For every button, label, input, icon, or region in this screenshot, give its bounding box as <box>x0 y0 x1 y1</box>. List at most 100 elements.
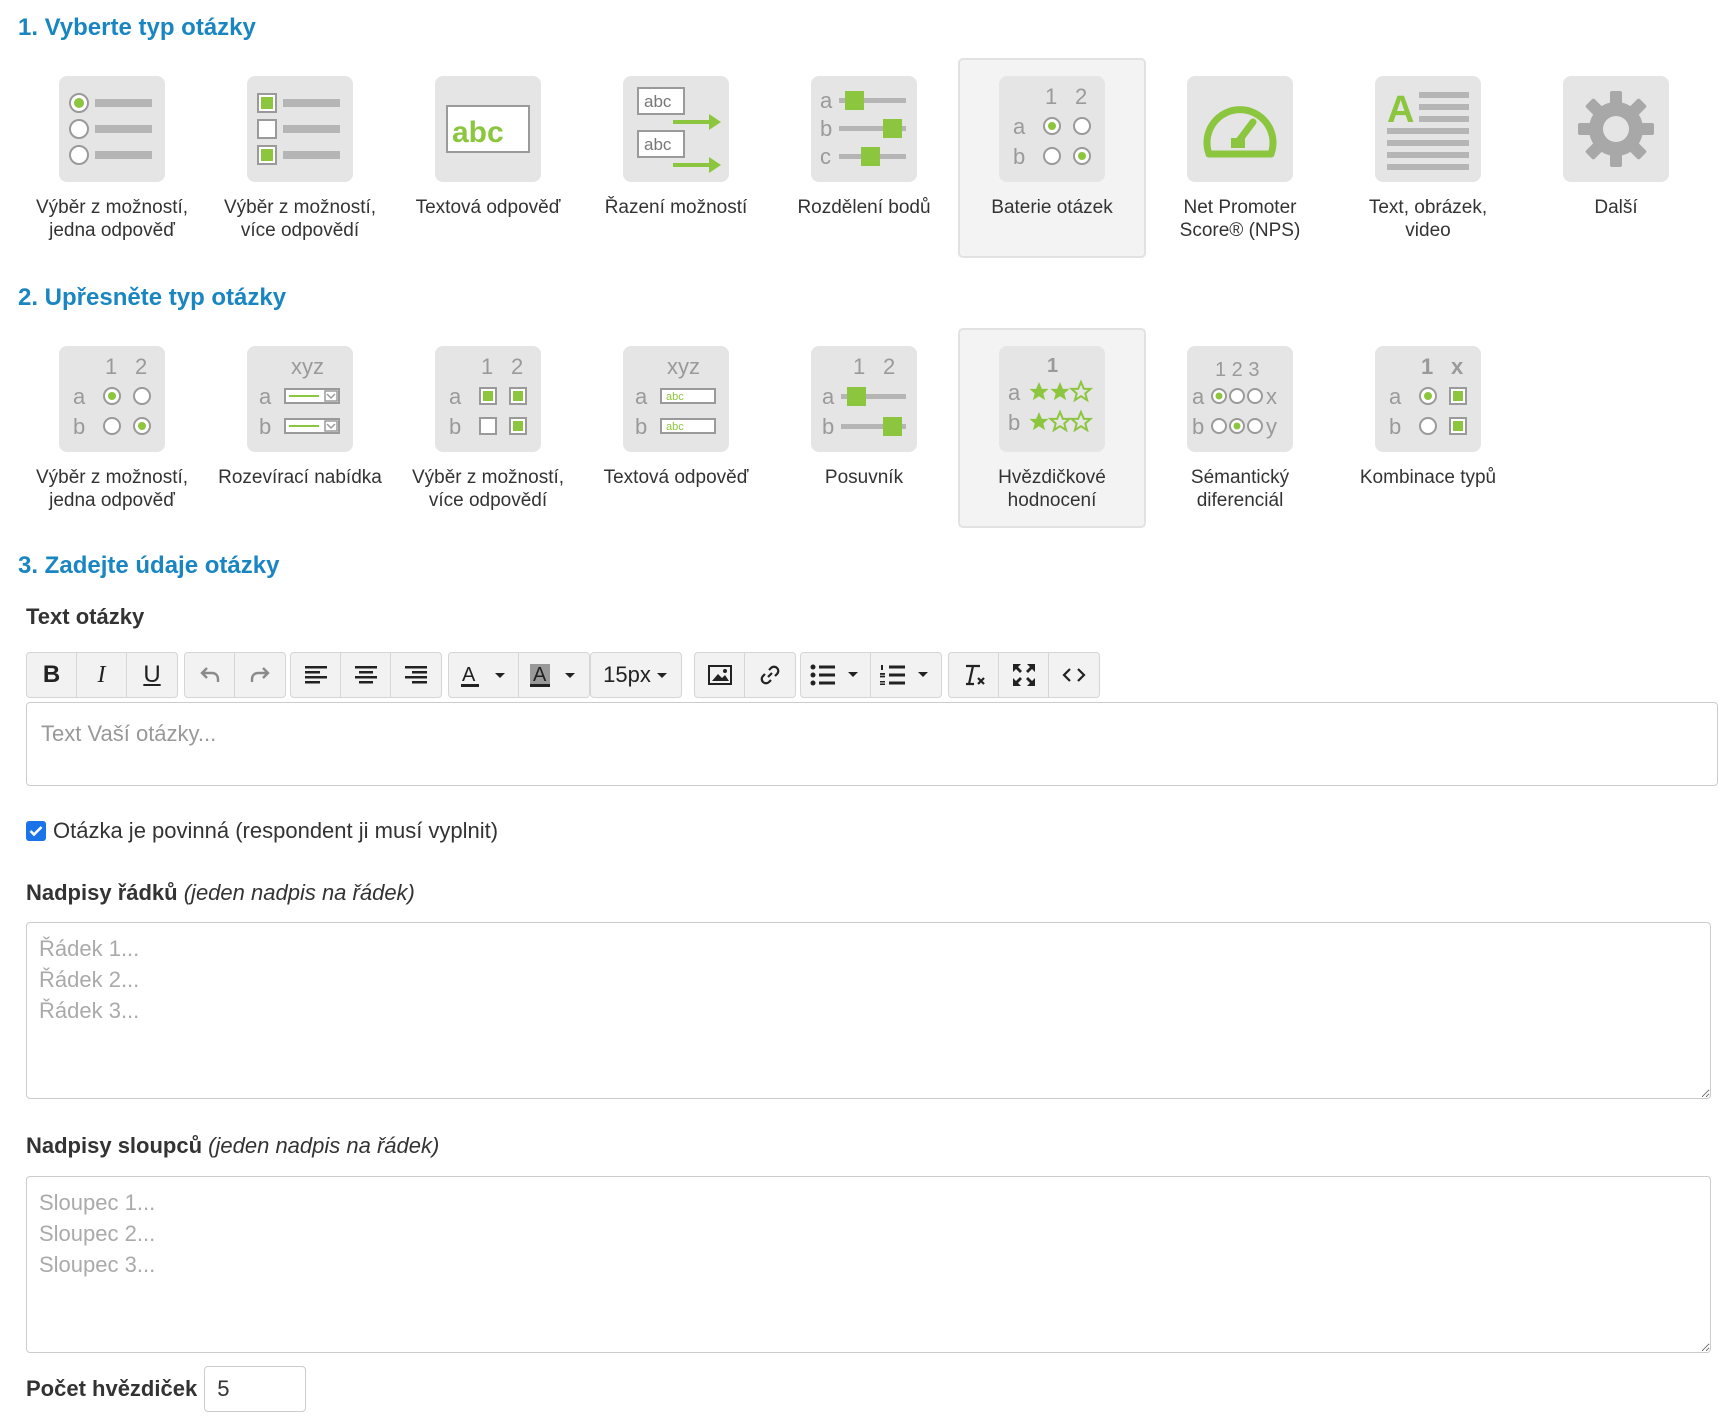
fullscreen-icon[interactable] <box>999 653 1049 697</box>
tile-semantic-differential[interactable]: 1 2 3 a x b y Sémantický diferenciál <box>1146 328 1334 528</box>
required-checkbox[interactable] <box>26 821 46 841</box>
letter-a: a <box>1013 114 1026 139</box>
question-text-editor[interactable]: Text Vaší otázky... <box>26 702 1718 786</box>
tile-multiple-choice[interactable]: Výběr z možností, více odpovědí <box>206 58 394 258</box>
digit-2: 2 <box>883 354 895 379</box>
tile-question-battery[interactable]: 1 2 a b Baterie otázek <box>958 58 1146 258</box>
letter-b: b <box>822 414 834 439</box>
tile-label: Další <box>1594 197 1638 218</box>
letter-b: b <box>73 414 85 439</box>
single-choice-icon <box>59 76 165 182</box>
tile-label: Sémantický diferenciál <box>1190 467 1290 511</box>
letter-b: b <box>1013 144 1025 169</box>
letter-b: b <box>1389 414 1401 439</box>
tile-matrix-multiple[interactable]: 1 2 a b Výběr z možností, více odpovědí <box>394 328 582 528</box>
row-headings-hint: (jeden nadpis na řádek) <box>183 880 415 905</box>
letter-a: a <box>1192 384 1205 409</box>
insert-group <box>694 652 796 698</box>
tile-matrix-dropdown[interactable]: xyz a b Rozevírací nabídka <box>206 328 394 528</box>
letter-a: a <box>1389 384 1402 409</box>
section-2-title: 2. Upřesněte typ otázky <box>18 284 287 311</box>
tile-label: Výběr z možností, více odpovědí <box>411 467 565 511</box>
star-count-row: Počet hvězdiček <box>26 1366 307 1412</box>
tile-label: Výběr z možností, jedna odpověď <box>35 467 189 511</box>
image-icon[interactable] <box>695 653 745 697</box>
misc-group <box>948 652 1100 698</box>
tile-matrix-slider[interactable]: 1 2 a b Posuvník <box>770 328 958 528</box>
chevron-down-icon <box>656 673 667 678</box>
matrix-multiple-icon: 1 2 a b <box>435 346 541 452</box>
tile-label: Text, obrázek, video <box>1368 197 1488 241</box>
star-count-input[interactable] <box>204 1366 307 1412</box>
clear-format-icon[interactable] <box>949 653 999 697</box>
multiple-choice-icon <box>247 76 353 182</box>
font-size-value: 15px <box>603 662 651 687</box>
redo-icon[interactable] <box>235 653 285 697</box>
history-group <box>184 652 286 698</box>
checkmark-icon <box>29 826 43 837</box>
letter-b: b <box>1008 410 1020 435</box>
tile-points-distribution[interactable]: a b c Rozdělení bodů <box>770 58 958 258</box>
align-center-icon[interactable] <box>341 653 391 697</box>
undo-icon[interactable] <box>185 653 235 697</box>
digit-2: 2 <box>511 354 523 379</box>
digit-2: 2 <box>135 354 147 379</box>
nps-gauge-icon <box>1187 76 1293 182</box>
tile-label: Kombinace typů <box>1359 467 1497 488</box>
tile-text-image-video[interactable]: A Text, obrázek, video <box>1334 58 1522 258</box>
big-a-letter: A <box>1387 89 1414 131</box>
letter-a: a <box>635 384 648 409</box>
letter-a: a <box>73 384 86 409</box>
letter-b: b <box>820 116 832 141</box>
abc-text: abc <box>644 92 672 111</box>
align-right-icon[interactable] <box>391 653 441 697</box>
tile-matrix-single[interactable]: 1 2 a b Výběr z možností, jedna odpověď <box>18 328 206 528</box>
letter-b: b <box>259 414 271 439</box>
italic-button[interactable]: I <box>77 653 127 697</box>
underline-button[interactable]: U <box>127 653 177 697</box>
letter-a: a <box>822 384 835 409</box>
required-checkbox-label[interactable]: Otázka je povinná (respondent ji musí vy… <box>53 818 498 844</box>
letter-b: b <box>635 414 647 439</box>
color-group: A A <box>448 652 590 698</box>
section-1-title: 1. Vyberte typ otázky <box>18 14 256 41</box>
question-text-label: Text otázky <box>26 604 145 629</box>
digit-2: 2 <box>1075 84 1087 109</box>
numbered-list-icon[interactable] <box>871 653 941 697</box>
link-icon[interactable] <box>745 653 795 697</box>
tile-other[interactable]: Další <box>1522 58 1710 258</box>
tile-ordering[interactable]: abc abc Řazení možností <box>582 58 770 258</box>
bullet-list-icon[interactable] <box>801 653 871 697</box>
row-headings-textarea[interactable] <box>26 922 1711 1099</box>
tile-text-answer[interactable]: abc Textová odpověď <box>394 58 582 258</box>
align-left-icon[interactable] <box>291 653 341 697</box>
abc-text: abc <box>666 391 684 403</box>
text-color-icon[interactable]: A <box>449 653 519 697</box>
letter-c: c <box>820 144 831 169</box>
tile-combination[interactable]: 1 x a b Kombinace typů <box>1334 328 1522 528</box>
column-headings-textarea[interactable] <box>26 1176 1711 1353</box>
tile-label: Textová odpověď <box>415 197 561 218</box>
code-view-icon[interactable] <box>1049 653 1099 697</box>
digit-1: 1 <box>481 354 493 379</box>
digit-1: 1 <box>1047 355 1058 377</box>
abc-text: abc <box>666 421 684 433</box>
column-headings-title: Nadpisy sloupců <box>26 1133 203 1158</box>
highlight-color-icon[interactable]: A <box>519 653 589 697</box>
digits-123: 1 2 3 <box>1215 359 1259 381</box>
tile-label: Rozdělení bodů <box>797 197 931 218</box>
tile-star-rating[interactable]: 1 a b Hvězdičkové hodnocení <box>958 328 1146 528</box>
matrix-slider-icon: 1 2 a b <box>811 346 917 452</box>
star-count-label: Počet hvězdiček <box>26 1376 198 1401</box>
tile-single-choice[interactable]: Výběr z možností, jedna odpověď <box>18 58 206 258</box>
matrix-text-icon: xyz a b abc abc <box>623 346 729 452</box>
bold-button[interactable]: B <box>27 653 77 697</box>
tile-label: Textová odpověď <box>603 467 749 488</box>
column-headings-hint: (jeden nadpis na řádek) <box>208 1133 440 1158</box>
tile-label: Řazení možností <box>604 197 748 218</box>
tile-nps[interactable]: Net Promoter Score® (NPS) <box>1146 58 1334 258</box>
list-group <box>800 652 942 698</box>
font-size-dropdown[interactable]: 15px <box>591 653 681 697</box>
tile-label: Výběr z možností, více odpovědí <box>223 197 377 241</box>
tile-matrix-text[interactable]: xyz a b abc abc Textová odpověď <box>582 328 770 528</box>
